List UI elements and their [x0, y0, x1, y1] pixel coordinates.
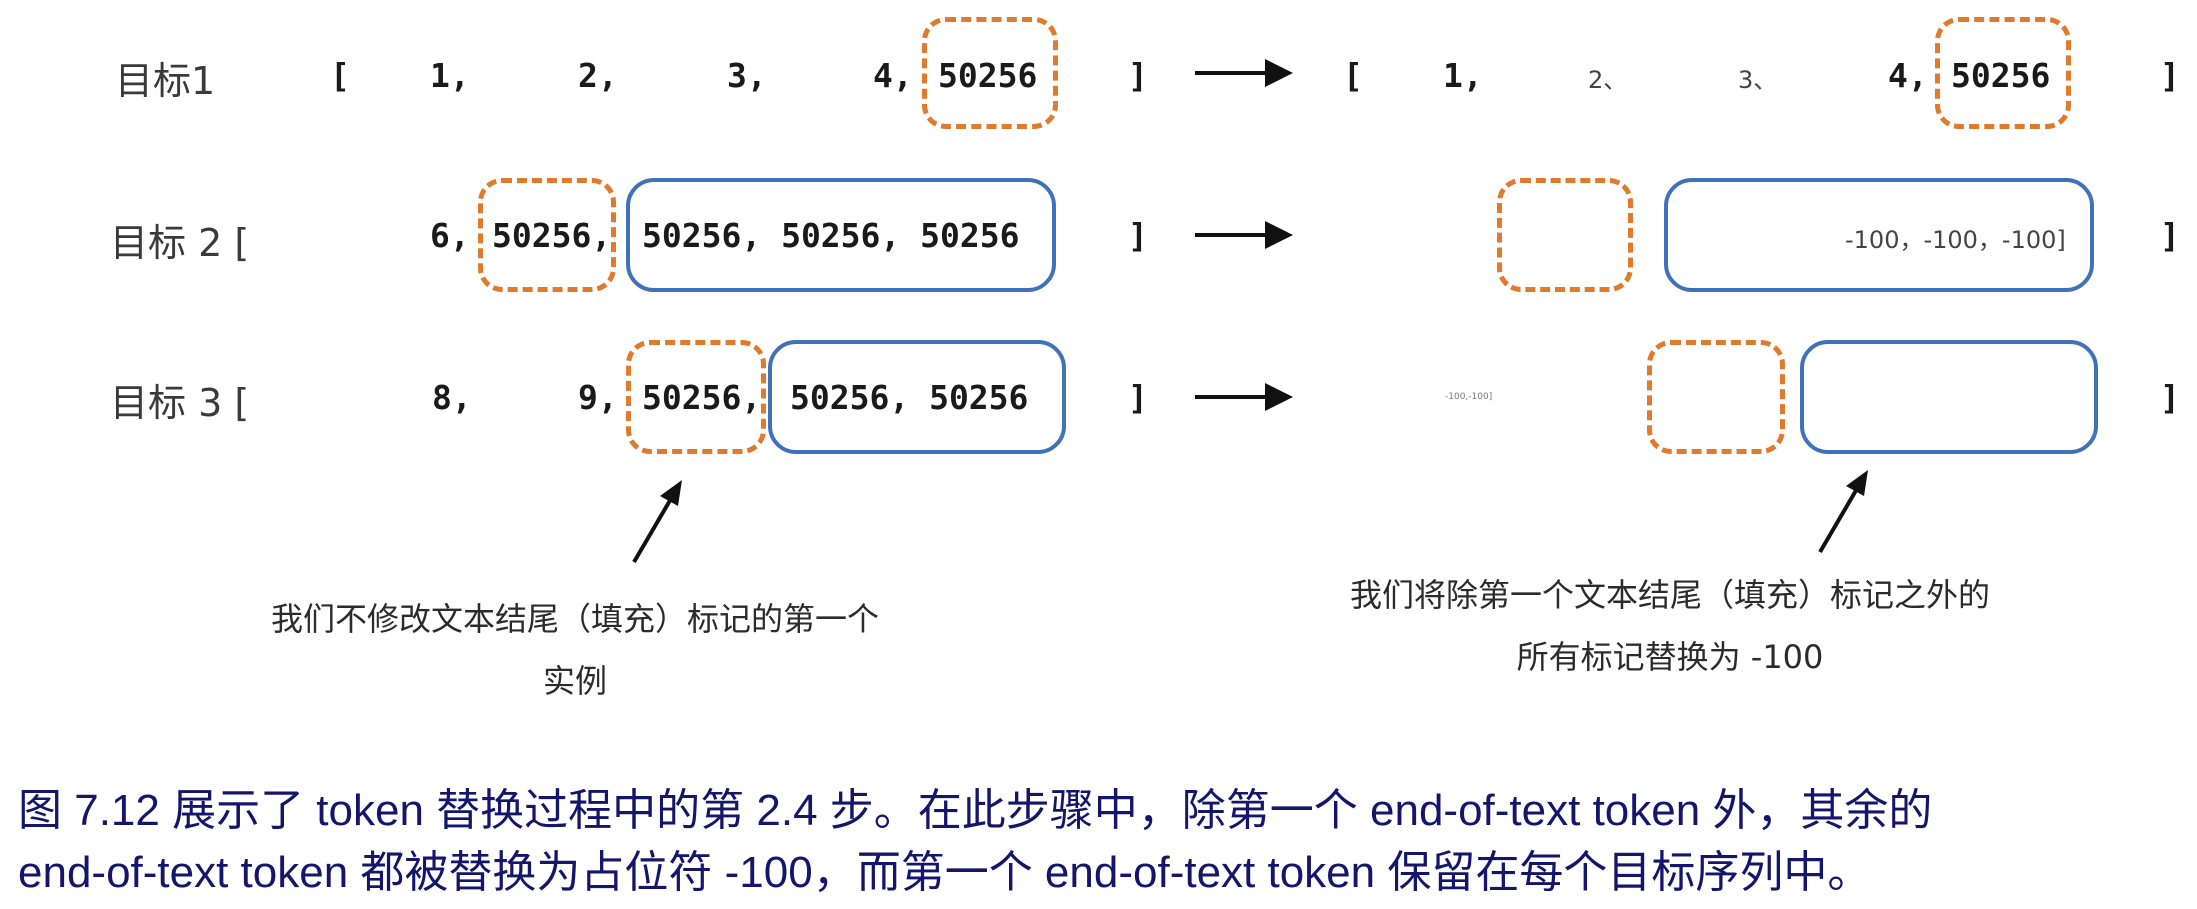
left-note-line-2: 实例	[542, 662, 607, 700]
left-pointer-arrow-head	[660, 480, 682, 506]
caption-line-2: end-of-text token 都被替换为占位符 -100，而第一个 end…	[18, 848, 1872, 897]
right-pointer-arrow-head	[1846, 470, 1868, 496]
pointer-arrows	[632, 470, 1868, 564]
right-pointer-arrow-shaft	[1818, 485, 1860, 554]
right-note-line-2: 所有标记替换为 -100	[1516, 638, 1824, 676]
right-note-line-1: 我们将除第一个文本结尾（填充）标记之外的	[1349, 576, 1990, 614]
left-pointer-arrow-shaft	[632, 495, 674, 564]
left-note-line-1: 我们不修改文本结尾（填充）标记的第一个	[270, 600, 879, 638]
figure-caption: 图 7.12 展示了 token 替换过程中的第 2.4 步。在此步骤中，除第一…	[18, 780, 2168, 904]
caption-line-1: 图 7.12 展示了 token 替换过程中的第 2.4 步。在此步骤中，除第一…	[18, 786, 1933, 835]
